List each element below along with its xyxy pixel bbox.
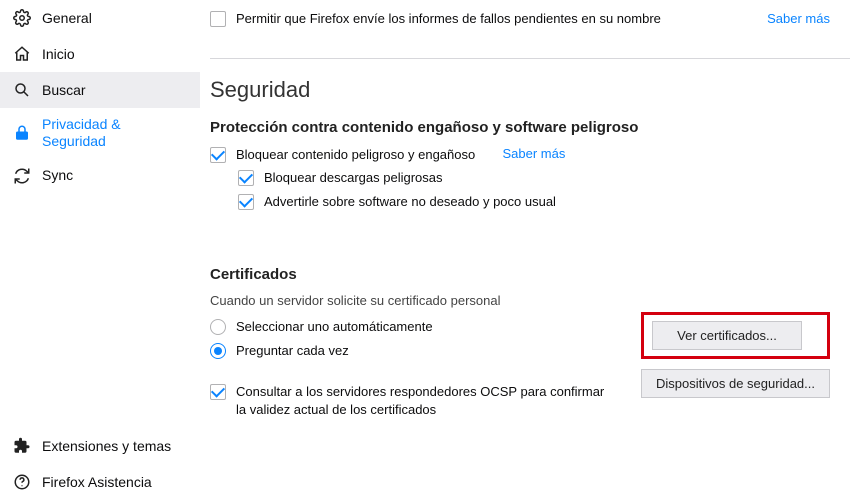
crash-learn-more-link[interactable]: Saber más bbox=[767, 11, 830, 26]
cert-radio-ask[interactable] bbox=[210, 343, 226, 359]
cert-radio-auto-label: Seleccionar uno automáticamente bbox=[236, 318, 433, 336]
sidebar-item-label: Sync bbox=[42, 167, 73, 184]
sidebar: General Inicio Buscar Privacidad & Segur… bbox=[0, 0, 200, 500]
highlight-box: Ver certificados... bbox=[641, 312, 830, 359]
sidebar-item-extensions[interactable]: Extensiones y temas bbox=[0, 428, 200, 464]
security-devices-button[interactable]: Dispositivos de seguridad... bbox=[641, 369, 830, 398]
certificates-heading: Certificados bbox=[210, 266, 630, 283]
sidebar-item-privacy[interactable]: Privacidad & Seguridad bbox=[0, 108, 200, 158]
crash-reports-label: Permitir que Firefox envíe los informes … bbox=[236, 10, 661, 28]
sync-icon bbox=[12, 166, 32, 186]
view-certificates-button[interactable]: Ver certificados... bbox=[652, 321, 802, 350]
lock-icon bbox=[12, 123, 32, 143]
sidebar-item-label: Inicio bbox=[42, 46, 75, 63]
sidebar-item-label: Firefox Asistencia bbox=[42, 474, 152, 491]
sidebar-item-label: Extensiones y temas bbox=[42, 438, 171, 455]
help-icon bbox=[12, 472, 32, 492]
cert-radio-auto[interactable] bbox=[210, 319, 226, 335]
ocsp-checkbox[interactable] bbox=[210, 384, 226, 400]
ocsp-label: Consultar a los servidores respondedores… bbox=[236, 383, 616, 418]
block-downloads-checkbox[interactable] bbox=[238, 170, 254, 186]
sidebar-item-sync[interactable]: Sync bbox=[0, 158, 200, 194]
home-icon bbox=[12, 44, 32, 64]
block-dangerous-checkbox[interactable] bbox=[210, 147, 226, 163]
puzzle-icon bbox=[12, 436, 32, 456]
sidebar-item-general[interactable]: General bbox=[0, 0, 200, 36]
certificates-subtitle: Cuando un servidor solicite su certifica… bbox=[210, 293, 630, 308]
block-dangerous-label: Bloquear contenido peligroso y engañoso bbox=[236, 146, 475, 164]
gear-icon bbox=[12, 8, 32, 28]
content-pane: Permitir que Firefox envíe los informes … bbox=[210, 0, 850, 424]
sidebar-item-label: General bbox=[42, 10, 92, 27]
cert-radio-ask-label: Preguntar cada vez bbox=[236, 342, 349, 360]
sidebar-item-home[interactable]: Inicio bbox=[0, 36, 200, 72]
search-icon bbox=[12, 80, 32, 100]
sidebar-item-search[interactable]: Buscar bbox=[0, 72, 200, 108]
security-subheading: Protección contra contenido engañoso y s… bbox=[210, 119, 850, 136]
warn-unwanted-label: Advertirle sobre software no deseado y p… bbox=[264, 193, 556, 211]
sidebar-item-label: Privacidad & Seguridad bbox=[42, 116, 188, 150]
security-heading: Seguridad bbox=[210, 77, 850, 103]
divider bbox=[210, 58, 850, 59]
sidebar-item-label: Buscar bbox=[42, 82, 86, 99]
crash-reports-checkbox[interactable] bbox=[210, 11, 226, 27]
sidebar-item-support[interactable]: Firefox Asistencia bbox=[0, 464, 200, 500]
warn-unwanted-checkbox[interactable] bbox=[238, 194, 254, 210]
security-learn-more-link[interactable]: Saber más bbox=[502, 146, 565, 161]
block-downloads-label: Bloquear descargas peligrosas bbox=[264, 169, 443, 187]
